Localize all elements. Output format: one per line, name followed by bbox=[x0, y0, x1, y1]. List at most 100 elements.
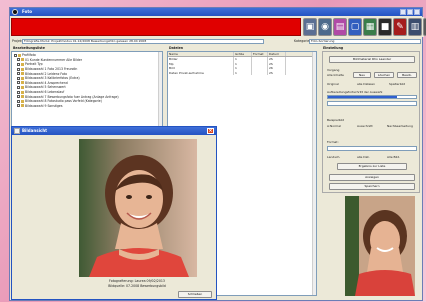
option-all-data[interactable]: alle Dat. bbox=[357, 155, 370, 159]
close-icon[interactable]: × bbox=[207, 128, 214, 134]
window-controls bbox=[400, 9, 420, 15]
monitor-icon[interactable]: ▢ bbox=[348, 18, 362, 36]
image-preview-dialog: Bildansicht × Fotografierung: Laurea 09/… bbox=[11, 126, 217, 300]
table-cell: Daten Privat.aufnahme bbox=[168, 70, 234, 75]
checkbox[interactable] bbox=[17, 90, 20, 94]
checkbox[interactable] bbox=[17, 81, 20, 85]
tree-item-label: Bildauswahl 2 Leidenz Foto bbox=[25, 71, 67, 76]
folder-icon bbox=[21, 58, 24, 62]
progress-label: Aufbereitungsfortschritt der Auswahl bbox=[327, 90, 383, 94]
checkbox[interactable] bbox=[17, 72, 20, 76]
sample-label: Beispielbild bbox=[327, 118, 345, 122]
camera-icon[interactable]: ◉ bbox=[318, 18, 332, 36]
column-header[interactable]: Größe bbox=[234, 52, 252, 56]
photo-icon[interactable]: ▣ bbox=[303, 18, 317, 36]
grid-rows: Bilder 1 2S Mp 1 2S Bild 1 26 Daten Privat.aufnah… bbox=[168, 57, 316, 75]
column-header[interactable]: Format bbox=[252, 52, 268, 56]
grid-scrollbar[interactable] bbox=[312, 52, 316, 295]
column-header[interactable]: Datum bbox=[268, 52, 286, 56]
projekt-field[interactable]: Fotografie-Modul: Projektmodus 01.12/200… bbox=[22, 39, 264, 44]
folder-icon bbox=[21, 72, 24, 76]
option-postedit[interactable]: Nachbearbeitung bbox=[387, 124, 413, 128]
kategorie-label: Kategorie bbox=[294, 39, 310, 43]
option-crop[interactable]: Ausschnitt bbox=[357, 124, 373, 128]
option-all-files[interactable]: alle Dateien bbox=[357, 82, 375, 86]
scanner-icon[interactable]: ▤ bbox=[333, 18, 347, 36]
tree-item-label: Bildauswahl 7 Bewerbungsfoto fuer Antrag… bbox=[25, 94, 119, 99]
preview-image bbox=[345, 196, 415, 296]
tree-item-label: Bildauswahl 8 Fotostudio pass Vorfeld (K… bbox=[25, 99, 102, 104]
film-icon[interactable]: ▦ bbox=[363, 18, 377, 36]
kategorie-field[interactable]: Foto-Sortierung bbox=[309, 39, 421, 44]
checkbox[interactable] bbox=[17, 76, 20, 80]
minimize-button[interactable] bbox=[400, 9, 406, 15]
result-button[interactable]: Ergebnis zur Liste bbox=[337, 163, 407, 170]
folder-icon bbox=[18, 53, 21, 57]
folder-icon bbox=[21, 76, 24, 80]
caption-line-2: Bildquelle: 07.2008 Bewerbungsbild bbox=[108, 284, 166, 288]
table-row[interactable]: Daten Privat.aufnahme 1 2S bbox=[168, 70, 316, 75]
save-button[interactable]: Speichern bbox=[329, 183, 415, 190]
folder-icon bbox=[21, 104, 24, 108]
progress-field[interactable] bbox=[327, 101, 417, 106]
tree-item-label: Portrait Typ bbox=[25, 62, 43, 67]
new-button[interactable]: Neu bbox=[353, 72, 371, 78]
dialog-title: Bildansicht bbox=[22, 128, 48, 133]
option-original[interactable]: Original bbox=[327, 82, 339, 86]
portrait-image bbox=[79, 139, 197, 277]
show-button[interactable]: Anzeigen bbox=[329, 174, 415, 181]
folder-icon bbox=[21, 90, 24, 94]
folder-icon[interactable]: ■ bbox=[378, 18, 392, 36]
dialog-title-bar: Bildansicht × bbox=[12, 127, 216, 135]
maximize-button[interactable] bbox=[407, 9, 413, 15]
dialog-close-button[interactable]: Schließen bbox=[178, 291, 212, 298]
option-landscape[interactable]: Landsch. bbox=[327, 155, 340, 159]
table-cell bbox=[252, 70, 268, 75]
checkbox[interactable] bbox=[17, 58, 20, 62]
title-bar: Foto bbox=[10, 8, 422, 16]
table-cell: 2S bbox=[268, 70, 286, 75]
folder-icon bbox=[21, 99, 24, 103]
option-normal[interactable]: A:Normal bbox=[327, 124, 341, 128]
checkbox[interactable] bbox=[17, 62, 20, 66]
tree-item[interactable]: Bildauswahl 9 Sonstiges bbox=[14, 104, 160, 109]
folder-icon bbox=[21, 81, 24, 85]
top-action-button[interactable]: Bildmaterial Rho Laender bbox=[329, 56, 415, 63]
header-banner: ▣◉▤▢▦■✎▥⚙ bbox=[10, 17, 426, 37]
brush-icon[interactable]: ✎ bbox=[393, 18, 407, 36]
graph-icon[interactable]: ▥ bbox=[408, 18, 422, 36]
tree-item-label: 01 Kunde Kundennummer Alle Bilder bbox=[25, 57, 83, 62]
folder-icon bbox=[21, 62, 24, 66]
checkbox[interactable] bbox=[17, 67, 20, 71]
folder-icon bbox=[21, 67, 24, 71]
caption-line-1: Fotografierung: Laurea 09/02/2013 bbox=[109, 279, 165, 283]
project-row: Projekt Fotografie-Modul: Projektmodus 0… bbox=[10, 37, 424, 46]
format-label: Format: bbox=[327, 140, 339, 144]
checkbox[interactable] bbox=[17, 95, 20, 99]
tree-item-label: Profilfoto bbox=[22, 53, 36, 58]
tree-item-label: Bildauswahl 9 Sonstiges bbox=[25, 103, 63, 108]
settings-box: Bildmaterial Rho Laender Vorgang Alle In… bbox=[322, 51, 420, 193]
checkbox[interactable] bbox=[17, 85, 20, 89]
portrait-photo bbox=[79, 139, 197, 277]
edit-button[interactable]: Bearb. bbox=[397, 72, 417, 78]
dialog-icon bbox=[14, 128, 20, 134]
format-input[interactable] bbox=[327, 146, 417, 151]
option-gap-image[interactable]: Spalterbild bbox=[389, 82, 405, 86]
table-cell: 1 bbox=[234, 70, 252, 75]
progress-bar bbox=[327, 95, 417, 99]
toolbar: ▣◉▤▢▦■✎▥⚙ bbox=[303, 18, 426, 36]
tree-item-label: Bildauswahl 3 Kalibrierfotos (Extra) bbox=[25, 76, 80, 81]
folder-icon bbox=[21, 95, 24, 99]
tree-item-label: Bildauswahl 4 Ansprechend bbox=[25, 80, 68, 85]
option-all-images[interactable]: Alle Bild. bbox=[387, 155, 400, 159]
checkbox[interactable] bbox=[17, 104, 20, 108]
delete-button[interactable]: Löschen bbox=[374, 72, 394, 78]
modus-label: Alle Inhalte bbox=[327, 73, 344, 77]
close-button[interactable] bbox=[414, 9, 420, 15]
preview-portrait bbox=[345, 196, 415, 296]
column-header[interactable]: Name bbox=[168, 52, 234, 56]
tree-item-label: Bildauswahl 6 Lebenslauf bbox=[25, 90, 65, 95]
checkbox[interactable] bbox=[14, 53, 17, 57]
checkbox[interactable] bbox=[17, 99, 20, 103]
